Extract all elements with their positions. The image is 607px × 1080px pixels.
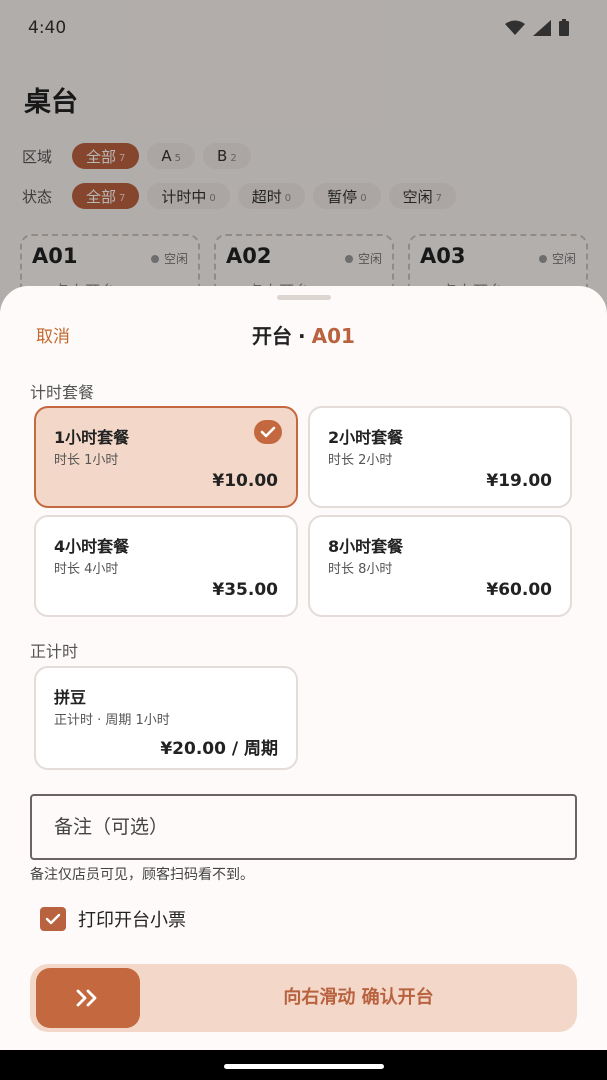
package-name: 拼豆 xyxy=(54,688,87,707)
swipe-confirm-slider[interactable]: 向右滑动 确认开台 xyxy=(30,964,577,1032)
open-table-sheet: 取消 开台 · A01 计时套餐 1小时套餐 时长 1小时 ¥10.00 2小时套餐… xyxy=(0,286,607,1050)
package-name: 4小时套餐 xyxy=(54,537,130,556)
package-price: ¥60.00 xyxy=(486,580,552,600)
double-chevron-right-icon xyxy=(76,989,97,1007)
system-nav-bar xyxy=(0,1050,607,1080)
package-price: ¥20.00 / 周期 xyxy=(160,739,278,759)
package-desc: 时长 4小时 xyxy=(54,562,119,577)
package-name: 2小时套餐 xyxy=(328,428,404,447)
sheet-table-code: A01 xyxy=(311,324,355,348)
timed-section-label: 计时套餐 xyxy=(30,383,95,402)
package-price: ¥19.00 xyxy=(486,471,552,491)
check-icon xyxy=(45,913,61,925)
package-price: ¥35.00 xyxy=(212,580,278,600)
package-desc: 正计时 · 周期 1小时 xyxy=(54,713,170,728)
print-label: 打印开台小票 xyxy=(78,910,186,931)
package-card-pindou[interactable]: 拼豆 正计时 · 周期 1小时 ¥20.00 / 周期 xyxy=(34,666,298,770)
package-desc: 时长 8小时 xyxy=(328,562,393,577)
print-ticket-toggle[interactable]: 打印开台小票 xyxy=(40,906,186,932)
package-price: ¥10.00 xyxy=(212,471,278,491)
package-card-1h[interactable]: 1小时套餐 时长 1小时 ¥10.00 xyxy=(34,406,298,508)
package-card-2h[interactable]: 2小时套餐 时长 2小时 ¥19.00 xyxy=(308,406,572,508)
slider-handle[interactable] xyxy=(36,968,140,1028)
check-icon xyxy=(254,420,282,444)
print-checkbox[interactable] xyxy=(40,907,66,931)
package-card-8h[interactable]: 8小时套餐 时长 8小时 ¥60.00 xyxy=(308,515,572,617)
sheet-title: 开台 · A01 xyxy=(0,320,607,349)
forward-section-label: 正计时 xyxy=(30,642,79,661)
package-desc: 时长 2小时 xyxy=(328,453,393,468)
package-name: 8小时套餐 xyxy=(328,537,404,556)
home-indicator[interactable] xyxy=(224,1064,384,1069)
note-input[interactable] xyxy=(30,794,577,860)
package-name: 1小时套餐 xyxy=(54,428,130,447)
package-card-4h[interactable]: 4小时套餐 时长 4小时 ¥35.00 xyxy=(34,515,298,617)
slider-text: 向右滑动 确认开台 xyxy=(283,987,434,1008)
note-help-text: 备注仅店员可见，顾客扫码看不到。 xyxy=(30,867,254,883)
sheet-title-text: 开台 xyxy=(252,324,293,348)
drag-handle[interactable] xyxy=(277,295,331,300)
title-separator: · xyxy=(298,324,306,348)
package-desc: 时长 1小时 xyxy=(54,453,119,468)
